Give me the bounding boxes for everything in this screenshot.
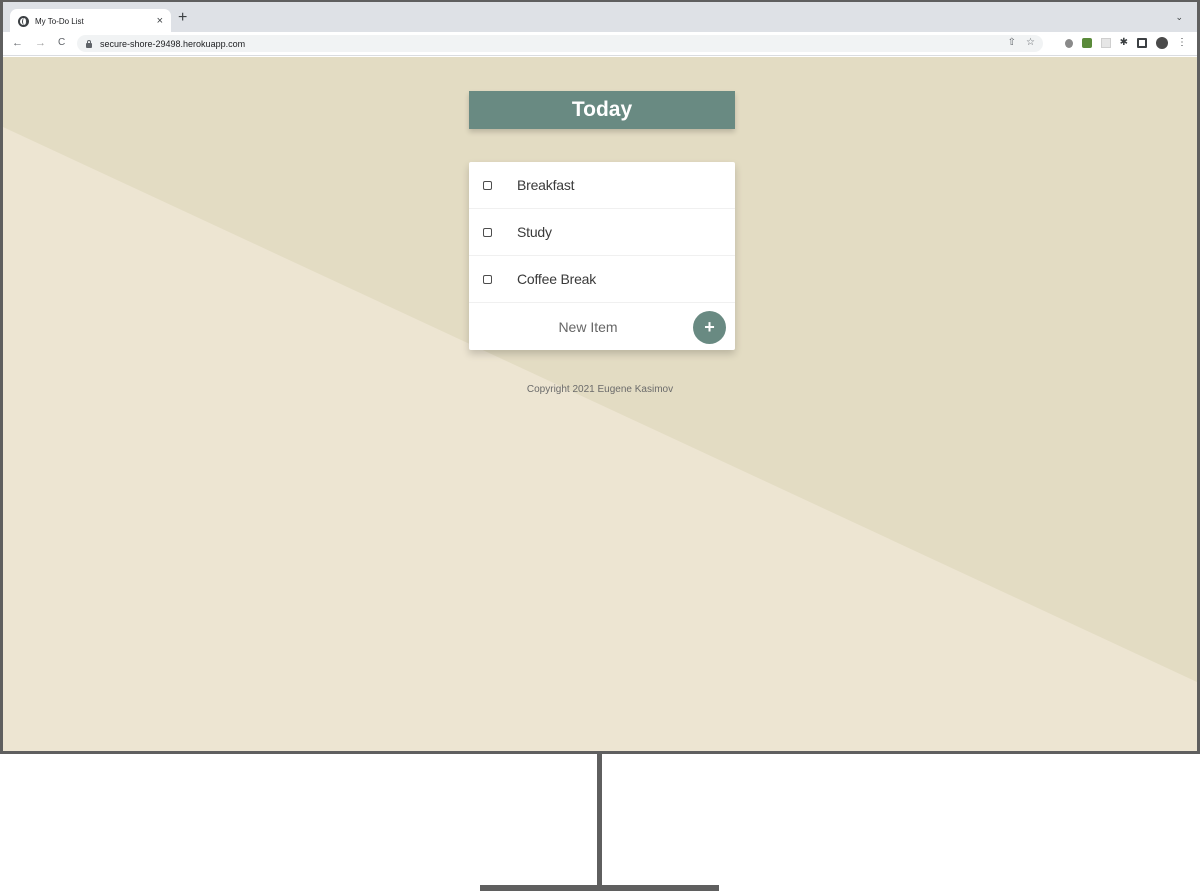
- list-item: Study: [469, 209, 735, 256]
- address-bar[interactable]: secure-shore-29498.herokuapp.com ⇧ ☆: [77, 35, 1043, 52]
- globe-icon: [18, 15, 29, 27]
- back-icon[interactable]: ←: [12, 36, 23, 50]
- extensions-puzzle-icon[interactable]: ✱: [1120, 38, 1128, 48]
- extension-tree-icon[interactable]: [1081, 38, 1092, 48]
- reload-icon[interactable]: C: [58, 36, 65, 50]
- browser-tab[interactable]: My To-Do List ×: [10, 9, 171, 33]
- tab-strip: My To-Do List × + ⌄: [3, 2, 1197, 33]
- list-item: Coffee Break: [469, 256, 735, 303]
- page-title: Today: [571, 98, 633, 121]
- extension-icons: ✱ ⋮: [1064, 37, 1187, 49]
- copyright-footer: Copyright 2021 Eugene Kasimov: [526, 384, 674, 395]
- close-tab-icon[interactable]: ×: [157, 15, 163, 27]
- extension-bug-icon[interactable]: [1064, 38, 1073, 48]
- share-icon[interactable]: ⇧: [1008, 37, 1016, 48]
- page-content: Today Breakfast Study Coffee Break + Cop…: [3, 57, 1197, 751]
- new-item-input[interactable]: [469, 303, 689, 350]
- monitor-stand-pole: [597, 754, 602, 886]
- monitor-stand-base: [480, 885, 719, 891]
- item-label: Study: [517, 224, 552, 240]
- profile-avatar-icon[interactable]: [1156, 37, 1168, 49]
- tab-search-icon[interactable]: ⌄: [1175, 12, 1183, 23]
- tab-title: My To-Do List: [35, 16, 84, 26]
- extension-blank-icon[interactable]: [1100, 38, 1111, 48]
- forward-icon[interactable]: →: [35, 36, 46, 50]
- lock-icon: [86, 39, 92, 48]
- item-label: Coffee Break: [517, 271, 597, 287]
- browser-toolbar: ← → C secure-shore-29498.herokuapp.com ⇧…: [3, 32, 1197, 56]
- item-checkbox[interactable]: [483, 274, 492, 284]
- menu-icon[interactable]: ⋮: [1177, 38, 1187, 48]
- side-panel-icon[interactable]: [1137, 38, 1147, 48]
- new-item-form: +: [469, 303, 735, 350]
- add-item-button[interactable]: +: [693, 311, 726, 344]
- monitor-screen: My To-Do List × + ⌄ ← → C secure-shore-2…: [0, 0, 1200, 754]
- item-checkbox[interactable]: [483, 180, 492, 190]
- heading-banner: Today: [469, 91, 735, 129]
- item-label: Breakfast: [517, 177, 575, 193]
- item-checkbox[interactable]: [483, 227, 492, 237]
- todo-list: Breakfast Study Coffee Break +: [469, 162, 735, 350]
- bookmark-star-icon[interactable]: ☆: [1026, 37, 1035, 48]
- new-tab-button[interactable]: +: [178, 10, 187, 26]
- url-text[interactable]: secure-shore-29498.herokuapp.com: [100, 39, 245, 49]
- list-item: Breakfast: [469, 162, 735, 209]
